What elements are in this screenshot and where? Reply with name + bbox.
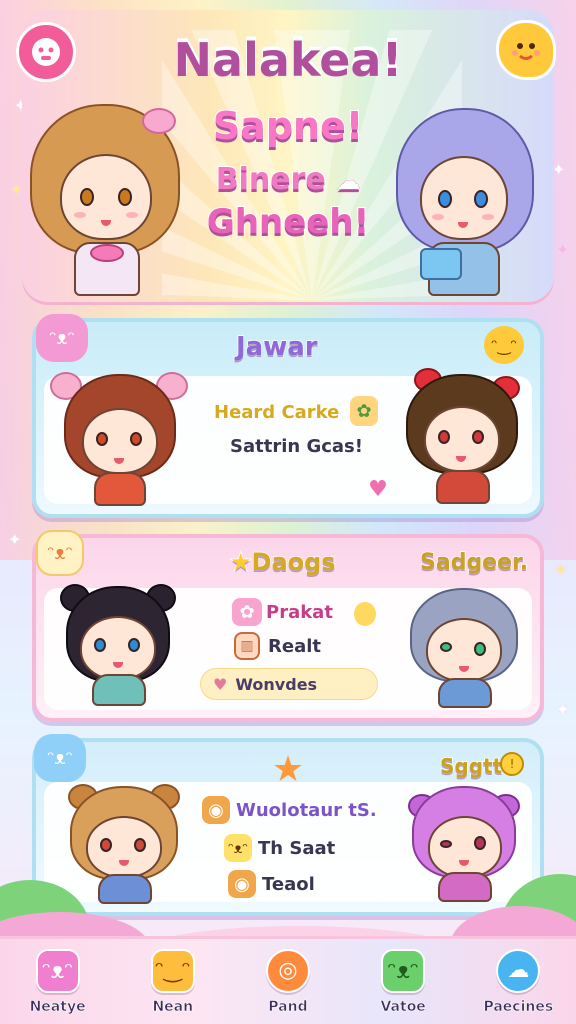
nav-item-nean[interactable]: ᵔ‿ᵔ Nean <box>123 948 223 1015</box>
heart-icon: ♥ <box>368 476 388 502</box>
cup-icon: ▥ <box>234 632 260 660</box>
card3-title-right: Sggtt <box>439 753 503 779</box>
card3-line1: Wuolotaur tS. <box>236 800 378 822</box>
chibi-girl-right <box>390 108 540 300</box>
orange-fruit-icon: ᵔ‿ᵔ <box>484 326 524 364</box>
pink-blob-icon: ᵔᴥᵔ <box>36 530 84 576</box>
game-title: Nalakea! <box>173 29 404 85</box>
coin-icon: ! <box>500 752 524 776</box>
card3-line2: Th Saat <box>257 838 336 860</box>
nav-label: Pand <box>268 998 308 1015</box>
card2-title-text: Daogs <box>251 547 337 577</box>
orange-cat-icon: ᵔ‿ᵔ <box>150 948 195 993</box>
nav-label: Nean <box>152 998 194 1015</box>
heart-icon: ♥ <box>213 674 228 694</box>
chibi-red-bow-girl <box>400 368 524 508</box>
cloud-icon: ☁ <box>336 167 361 196</box>
food-pot-icon: ✿ <box>350 396 378 426</box>
nav-item-neatye[interactable]: ᵔᴥᵔ Neatye <box>8 948 108 1015</box>
nav-label: Paecines <box>483 998 554 1015</box>
pink-blob-icon: ᵔᴥᵔ <box>35 948 80 993</box>
nav-label: Neatye <box>29 998 86 1015</box>
orange-ring-icon: ◎ <box>265 948 310 993</box>
nav-item-pand[interactable]: ◎ Pand <box>238 948 338 1015</box>
chibi-gray-hair-boy <box>404 584 524 710</box>
card2-title: ★Daogs <box>229 547 337 577</box>
card2-title-right: Sadgeer. <box>419 549 529 576</box>
subtitle-text: Binere <box>215 161 327 198</box>
strawberry-icon: ✿ <box>232 598 262 626</box>
card2-item1: Prakat <box>266 602 334 624</box>
sparkle-icon: ✦ <box>8 530 22 549</box>
reward-pill-label: Wonvdes <box>235 674 318 694</box>
blue-blob-icon: ᵔᴥᵔ <box>34 734 86 782</box>
card1-title: Jawar <box>235 331 318 363</box>
orange-star-icon: ★ <box>271 748 305 790</box>
nav-item-vatoe[interactable]: ᵔᴥᵔ Vatoe <box>353 948 453 1015</box>
chibi-girl-left <box>30 104 180 300</box>
blue-chat-icon: ☁ <box>496 948 541 993</box>
chibi-black-hair-boy <box>58 576 178 708</box>
sparkle-icon: ✦ <box>554 560 568 579</box>
sparkle-icon: ✦ <box>556 700 570 719</box>
pink-blob-icon: ᵔᴥᵔ <box>36 314 88 362</box>
leaf-icon <box>354 602 376 626</box>
star-icon: ★ <box>229 547 252 577</box>
card1-line2: Sattrin Gcas! <box>230 436 364 458</box>
card1-line1: Heard Carke <box>213 402 340 424</box>
bread-icon: ◉ <box>202 796 230 824</box>
nav-label: Vatoe <box>380 998 426 1015</box>
chibi-brown-girl <box>50 368 188 508</box>
nav-item-paecines[interactable]: ☁ Paecines <box>468 948 568 1015</box>
sparkle-icon: ✦ <box>556 240 570 259</box>
tablet-icon <box>420 248 462 280</box>
green-frog-icon: ᵔᴥᵔ <box>381 948 426 993</box>
reward-pill[interactable]: ♥ Wonvdes <box>200 668 378 700</box>
bottom-navigation: ᵔᴥᵔ Neatye ᵔ‿ᵔ Nean ◎ Pand ᵔᴥᵔ Vatoe ☁ P… <box>0 936 576 1024</box>
bee-icon: ᵔᴥᵔ <box>224 834 252 862</box>
card2-item2: Realt <box>268 636 322 658</box>
